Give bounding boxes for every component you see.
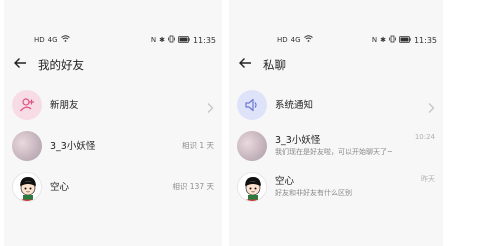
chevron-right-icon xyxy=(427,99,435,113)
friend-duration: 相识 1 天 xyxy=(181,141,214,150)
battery-icon xyxy=(178,35,190,45)
back-arrow-icon[interactable] xyxy=(237,55,253,71)
status-right: N ✱ 11:35 xyxy=(151,35,216,45)
new-friends-label: 新朋友 xyxy=(50,100,79,111)
chat-preview: 好友和非好友有什么区别 xyxy=(275,189,352,197)
status-right: N ✱ 11:35 xyxy=(372,35,437,45)
status-left: HD 4G xyxy=(34,35,70,44)
friends-screen: HD 4G N ✱ 11:35 我的好友 新朋友 3_3小妖怪 相识 1 天 空… xyxy=(4,0,222,246)
vibrate-icon xyxy=(168,35,175,45)
wifi-icon xyxy=(60,35,70,44)
chat-time: 昨天 xyxy=(421,175,435,183)
back-arrow-icon[interactable] xyxy=(12,55,28,71)
chat-header: 私聊 xyxy=(229,54,443,76)
friend-item[interactable]: 空心 相识 137 天 xyxy=(4,170,222,204)
status-time: 11:35 xyxy=(413,35,437,45)
status-time: 11:35 xyxy=(192,35,216,45)
friend-duration: 相识 137 天 xyxy=(172,182,214,191)
nfc-icon: N xyxy=(150,36,157,44)
bluetooth-icon: ✱ xyxy=(380,36,386,44)
system-notice-item[interactable]: 系统通知 xyxy=(229,88,443,122)
new-friends-item[interactable]: 新朋友 xyxy=(4,88,222,122)
bluetooth-icon: ✱ xyxy=(159,36,165,44)
chevron-right-icon xyxy=(206,99,214,113)
chat-preview: 我们现在是好友啦，可以开始聊天了~ xyxy=(275,148,393,156)
wifi-icon xyxy=(303,35,313,44)
page-title: 私聊 xyxy=(263,58,286,72)
friend-item[interactable]: 3_3小妖怪 相识 1 天 xyxy=(4,129,222,163)
system-notice-label: 系统通知 xyxy=(275,100,314,111)
chat-item[interactable]: 3_3小妖怪 我们现在是好友啦，可以开始聊天了~ 10:24 xyxy=(229,129,443,163)
battery-icon xyxy=(399,35,411,45)
cartoon-avatar xyxy=(12,172,42,202)
friend-name: 3_3小妖怪 xyxy=(50,141,96,152)
add-user-icon xyxy=(12,90,42,120)
page-title: 我的好友 xyxy=(38,58,84,72)
speaker-icon xyxy=(237,90,267,120)
photo-avatar xyxy=(12,131,42,161)
nfc-icon: N xyxy=(371,36,378,44)
hd-icon: HD xyxy=(277,35,288,44)
vibrate-icon xyxy=(389,35,396,45)
status-bar: HD 4G N ✱ 11:35 xyxy=(4,34,222,46)
signal-icon: 4G xyxy=(47,35,58,44)
friend-name: 空心 xyxy=(50,182,70,193)
chat-name: 空心 xyxy=(275,176,295,187)
hd-icon: HD xyxy=(34,35,45,44)
status-left: HD 4G xyxy=(277,35,313,44)
cartoon-avatar xyxy=(237,172,267,202)
private-chat-screen: HD 4G N ✱ 11:35 私聊 系统通知 3_3小妖怪 我们现在是好友啦，… xyxy=(229,0,443,246)
photo-avatar xyxy=(237,131,267,161)
chat-item[interactable]: 空心 好友和非好友有什么区别 昨天 xyxy=(229,170,443,204)
friends-header: 我的好友 xyxy=(4,54,222,76)
status-bar: HD 4G N ✱ 11:35 xyxy=(229,34,443,46)
chat-name: 3_3小妖怪 xyxy=(275,135,321,146)
signal-icon: 4G xyxy=(290,35,301,44)
chat-time: 10:24 xyxy=(414,133,435,141)
